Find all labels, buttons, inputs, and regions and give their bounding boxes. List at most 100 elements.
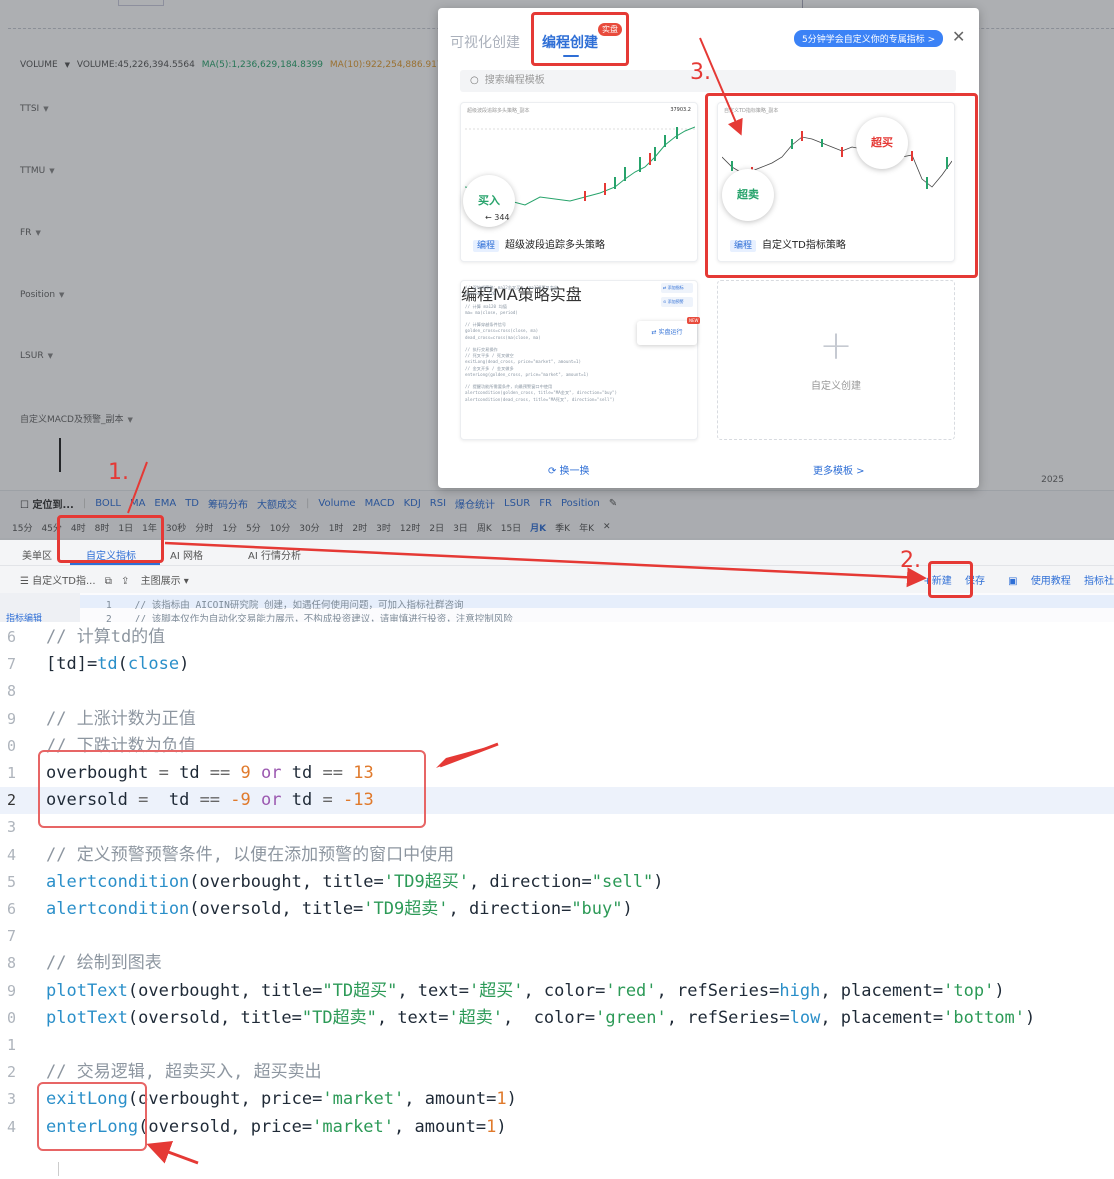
line-number: 9 <box>6 709 16 728</box>
code-token: ) <box>622 899 633 919</box>
code-text: // 上涨计数为正值 <box>46 706 196 733</box>
code-token: , color= <box>523 980 606 1001</box>
code-token: "sell" <box>591 871 654 892</box>
swap-button[interactable]: ⟳ 换一换 <box>548 462 590 477</box>
code-token: 'TD9超买' <box>383 871 469 892</box>
more-templates-link[interactable]: 更多模板 > <box>813 462 865 477</box>
code-line[interactable]: 8 // 绘制到图表 <box>0 950 1114 977</box>
code-token: ) <box>179 654 190 675</box>
chart-display-select[interactable]: 主图展示 ▾ <box>141 576 189 587</box>
code-line[interactable]: 7 <box>0 923 1114 950</box>
code-token: td <box>97 654 118 675</box>
code-editor[interactable]: 6 // 计算td的值 7 [td]=td(close) 8 9 // 上涨计数为正值 0 //… <box>0 622 1114 1179</box>
sidebar-label[interactable]: 指标编辑 <box>6 611 42 622</box>
custom-create-card[interactable]: + 自定义创建 <box>717 280 955 440</box>
card-tag: 编程 <box>473 240 500 252</box>
code-line[interactable]: 4 enterLong(oversold, price='market', amo… <box>0 1114 1114 1141</box>
code-token: ) <box>994 980 1005 1001</box>
preview-buttons: ⇄ 添加指标 ⊙ 添加预警 <box>661 283 693 311</box>
tutorial-button[interactable]: ▣ 使用教程 <box>998 576 1071 587</box>
line-number: 0 <box>6 736 16 755</box>
code-token: , text= <box>397 980 469 1001</box>
preview-button: ⊙ 添加预警 <box>661 297 693 307</box>
code-token: // 定义预警预警条件, 以便在添加预警的窗口中使用 <box>46 844 455 865</box>
text-cursor <box>58 1162 59 1176</box>
code-line[interactable]: 6 // 计算td的值 <box>0 624 1114 651</box>
book-icon: ▣ <box>1008 576 1021 587</box>
code-token: , refSeries= <box>666 1007 790 1028</box>
code-token: [td]= <box>46 654 98 675</box>
code-token: 'top' <box>943 980 995 1001</box>
script-selector[interactable]: ☰ 自定义TD指... ⧉ ⇪ 主图展示 ▾ <box>20 572 189 587</box>
highlight-box-custom-tab <box>57 515 164 563</box>
preview-button: ⇄ 添加指标 <box>661 283 693 293</box>
code-token: 1 <box>496 1089 507 1110</box>
line-number: 2 <box>6 1063 16 1082</box>
code-token: "TD超买" <box>322 980 398 1001</box>
code-token: (overbought, title= <box>127 980 323 1001</box>
tab-mydan[interactable]: 美单区 <box>22 547 52 562</box>
code-line[interactable]: 8 <box>0 678 1114 705</box>
line-number: 6 <box>6 628 16 646</box>
price-tag: 37903.2 <box>670 107 691 113</box>
search-icon: ○ <box>470 75 479 86</box>
code-line[interactable]: 9 // 上涨计数为正值 <box>0 706 1114 733</box>
code-token: plotText <box>46 980 128 1001</box>
code-text: alertcondition(oversold, title='TD9超卖', … <box>46 896 633 923</box>
current-script: 自定义TD指... <box>32 576 96 587</box>
code-token: 'market' <box>322 1089 405 1110</box>
chart-display-label: 主图展示 <box>140 576 181 587</box>
code-token: (oversold, price= <box>138 1116 313 1137</box>
line-number: 8 <box>6 954 16 973</box>
tab-ai-grid[interactable]: AI 网格 <box>170 547 203 562</box>
line-number: 7 <box>6 927 16 946</box>
custom-create-label: 自定义创建 <box>811 381 861 392</box>
community-button[interactable]: 指标社 <box>1084 576 1114 587</box>
upload-icon[interactable]: ⇪ <box>121 576 129 587</box>
code-token: // 上涨计数为正值 <box>46 708 196 729</box>
step-3-label: 3. <box>690 60 711 85</box>
code-token: 'TD9超卖' <box>363 899 449 919</box>
copy-icon[interactable]: ⧉ <box>105 576 112 587</box>
line-number: 8 <box>6 682 16 701</box>
code-token: // 计算td的值 <box>46 627 166 647</box>
code-token: 'market' <box>312 1116 395 1137</box>
code-token: // 交易逻辑, 超卖买入, 超买卖出 <box>46 1062 322 1083</box>
code-token: 'bottom' <box>943 1007 1026 1028</box>
code-token: "buy" <box>571 899 623 919</box>
popup-text: ⇄ 实盘运行 <box>651 329 683 336</box>
card-header: 超级波段追踪多头策略_副本 <box>467 108 530 114</box>
close-icon[interactable]: ✕ <box>952 27 965 46</box>
code-line[interactable]: 3 exitLong(overbought, price='market', am… <box>0 1086 1114 1113</box>
code-token: close <box>127 654 180 675</box>
code-line[interactable]: 1 <box>0 1032 1114 1059</box>
code-token: high <box>779 980 821 1001</box>
code-line[interactable]: 4 // 定义预警预警条件, 以便在添加预警的窗口中使用 <box>0 842 1114 869</box>
code-line[interactable]: 2 // 交易逻辑, 超卖买入, 超买卖出 <box>0 1059 1114 1086</box>
plus-icon: + <box>819 323 853 369</box>
card-title: 编程 超级波段追踪多头策略 <box>473 236 605 252</box>
highlight-box-trade-funcs <box>37 1082 147 1151</box>
line-number: 2 <box>106 614 112 622</box>
code-line[interactable]: 7 [td]=td(close) <box>0 651 1114 678</box>
code-token: , amount= <box>394 1116 487 1137</box>
line-number: 4 <box>6 1117 16 1136</box>
code-line[interactable]: 6 alertcondition(oversold, title='TD9超卖',… <box>0 896 1114 923</box>
code-token: alertcondition <box>46 899 190 919</box>
code-token: (oversold, title= <box>189 899 364 919</box>
code-line[interactable]: 9 plotText(overbought, title="TD超买", text… <box>0 978 1114 1005</box>
code-line[interactable]: 5 alertcondition(overbought, title='TD9超买… <box>0 869 1114 896</box>
code-text: plotText(oversold, title="TD超卖", text='超… <box>46 1005 1035 1032</box>
code-token: , placement= <box>820 1007 944 1028</box>
line-number: 1 <box>6 764 16 782</box>
template-card-ma[interactable]: // 双均线策略：ma12金叉买入，ma120死叉卖出 period = 120… <box>460 280 701 440</box>
code-token: , refSeries= <box>656 980 780 1001</box>
promo-link[interactable]: 5分钟学会自定义你的专属指标 > <box>794 30 944 47</box>
code-token: 1 <box>486 1116 497 1137</box>
template-card-wave[interactable]: 超级波段追踪多头策略_副本 37903.2 买入 ← 344 编程 超级波段追踪多… <box>460 102 698 262</box>
tab-visual-create[interactable]: 可视化创建 <box>450 32 520 52</box>
bubble-sub: ← 344 <box>485 213 510 222</box>
code-line[interactable]: 0 plotText(oversold, title="TD超卖", text='… <box>0 1005 1114 1032</box>
tab-ai-analysis[interactable]: AI 行情分析 <box>248 547 301 562</box>
code-token: (oversold, title= <box>127 1007 302 1028</box>
